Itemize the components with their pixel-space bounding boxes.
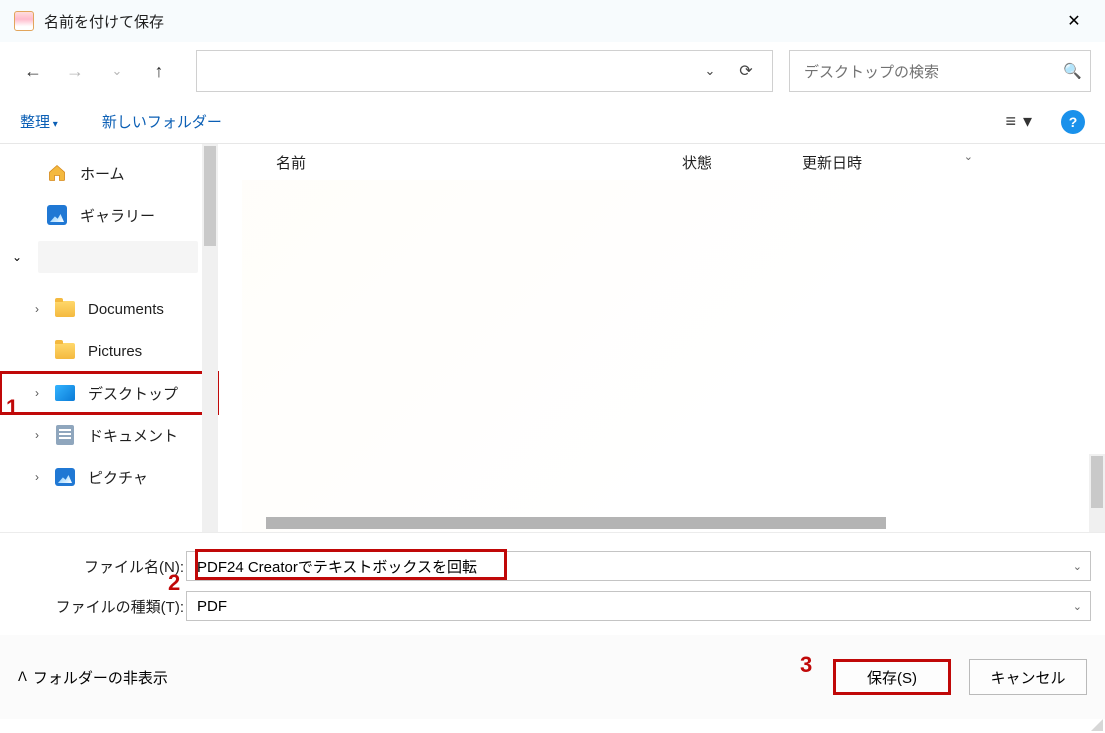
toolbar: 整理 新しいフォルダー ≡ ▾ ?	[0, 100, 1105, 144]
expander-icon[interactable]: ›	[26, 386, 48, 400]
organize-menu[interactable]: 整理	[20, 111, 58, 132]
gallery-icon	[46, 204, 68, 226]
window-title: 名前を付けて保存	[44, 11, 1051, 32]
sidebar-scrollbar-track[interactable]	[202, 144, 218, 532]
dropdown-icon[interactable]: ⌄	[1073, 600, 1082, 613]
tree-item-picture-jp[interactable]: › ピクチャ	[0, 456, 218, 498]
form-area: ファイル名(N): PDF24 Creatorでテキストボックスを回転 ⌄ ファ…	[0, 532, 1105, 635]
up-button[interactable]: ↑	[140, 49, 178, 93]
recent-dropdown[interactable]: ⌄	[98, 49, 136, 93]
vertical-scrollbar[interactable]	[1089, 454, 1105, 532]
file-list-body[interactable]	[242, 180, 1105, 532]
picture-icon	[54, 466, 76, 488]
tree-item-label: デスクトップ	[88, 383, 178, 404]
tree-item-gallery[interactable]: ギャラリー	[0, 194, 218, 236]
chevron-up-icon: ᐱ	[18, 669, 27, 685]
horizontal-scrollbar[interactable]	[242, 514, 1089, 532]
filename-value: PDF24 Creatorでテキストボックスを回転	[197, 556, 1073, 577]
search-placeholder: デスクトップの検索	[804, 61, 1063, 82]
back-button[interactable]: ←	[14, 49, 52, 93]
filename-label: ファイル名(N):	[14, 556, 186, 577]
tree-item-label: ホーム	[80, 163, 125, 184]
expander-icon[interactable]: ›	[26, 470, 48, 484]
document-icon	[54, 424, 76, 446]
sidebar-scrollbar-thumb[interactable]	[204, 146, 216, 246]
vertical-scrollbar-thumb[interactable]	[1091, 456, 1103, 508]
app-icon	[14, 11, 34, 31]
column-header-row: 名前 状態 更新日時 ⌄	[242, 144, 1105, 180]
hide-folders-toggle[interactable]: ᐱ フォルダーの非表示	[18, 667, 168, 688]
main-area: ホーム ギャラリー ⌄ › Documents › Pictures › デスク…	[0, 144, 1105, 532]
address-bar[interactable]: ⌄ ⟳	[196, 50, 773, 92]
navigation-tree: ホーム ギャラリー ⌄ › Documents › Pictures › デスク…	[0, 144, 218, 532]
folder-icon	[54, 298, 76, 320]
new-folder-button[interactable]: 新しいフォルダー	[102, 111, 222, 132]
filetype-select[interactable]: PDF ⌄	[186, 591, 1091, 621]
desktop-icon	[54, 382, 76, 404]
tree-item-label: ピクチャ	[88, 467, 148, 488]
filename-input[interactable]: PDF24 Creatorでテキストボックスを回転 ⌄	[186, 551, 1091, 581]
expander-icon[interactable]: ›	[26, 302, 48, 316]
tree-item-label: Documents	[88, 301, 164, 318]
search-box[interactable]: デスクトップの検索 🔍	[789, 50, 1091, 92]
close-button[interactable]: ✕	[1051, 0, 1097, 42]
tree-item-user[interactable]: ⌄	[0, 236, 218, 278]
search-icon[interactable]: 🔍	[1063, 62, 1082, 80]
tree-item-document-jp[interactable]: › ドキュメント	[0, 414, 218, 456]
forward-button[interactable]: →	[56, 49, 94, 93]
column-header-status[interactable]: 状態	[682, 152, 802, 173]
column-overflow-icon[interactable]: ⌄	[964, 150, 973, 163]
tree-item-documents[interactable]: › Documents	[0, 288, 218, 330]
view-menu[interactable]: ≡ ▾	[1005, 111, 1033, 132]
annotation-3: 3	[800, 652, 812, 678]
title-bar: 名前を付けて保存 ✕	[0, 0, 1105, 42]
annotation-2: 2	[168, 570, 180, 596]
save-button[interactable]: 保存(S)	[833, 659, 951, 695]
footer: ᐱ フォルダーの非表示 保存(S) キャンセル	[0, 635, 1105, 719]
address-dropdown-icon[interactable]: ⌄	[692, 63, 728, 79]
help-button[interactable]: ?	[1061, 110, 1085, 134]
filetype-value: PDF	[197, 598, 1073, 615]
column-header-name[interactable]: 名前	[242, 152, 682, 173]
expander-icon[interactable]: ›	[26, 428, 48, 442]
refresh-icon[interactable]: ⟳	[728, 61, 764, 81]
list-fade	[242, 180, 1105, 532]
home-icon	[46, 162, 68, 184]
horizontal-scrollbar-thumb[interactable]	[266, 517, 886, 529]
hide-folders-label: フォルダーの非表示	[33, 667, 168, 688]
filetype-label: ファイルの種類(T):	[14, 596, 186, 617]
tree-item-desktop[interactable]: › デスクトップ	[0, 372, 218, 414]
file-list: 名前 状態 更新日時 ⌄	[218, 144, 1105, 532]
navigation-bar: ← → ⌄ ↑ ⌄ ⟳ デスクトップの検索 🔍	[0, 42, 1105, 100]
cancel-button[interactable]: キャンセル	[969, 659, 1087, 695]
folder-icon	[54, 340, 76, 362]
expander-icon[interactable]: ⌄	[6, 250, 28, 264]
tree-item-label: ギャラリー	[80, 205, 155, 226]
tree-item-pictures[interactable]: › Pictures	[0, 330, 218, 372]
tree-item-label: Pictures	[88, 343, 142, 360]
resize-grip[interactable]	[1089, 717, 1103, 731]
dropdown-icon[interactable]: ⌄	[1073, 560, 1082, 573]
user-label-redacted	[38, 241, 198, 273]
column-header-modified[interactable]: 更新日時	[802, 152, 1105, 173]
tree-item-home[interactable]: ホーム	[0, 152, 218, 194]
annotation-1: 1	[6, 395, 18, 421]
tree-item-label: ドキュメント	[88, 425, 178, 446]
